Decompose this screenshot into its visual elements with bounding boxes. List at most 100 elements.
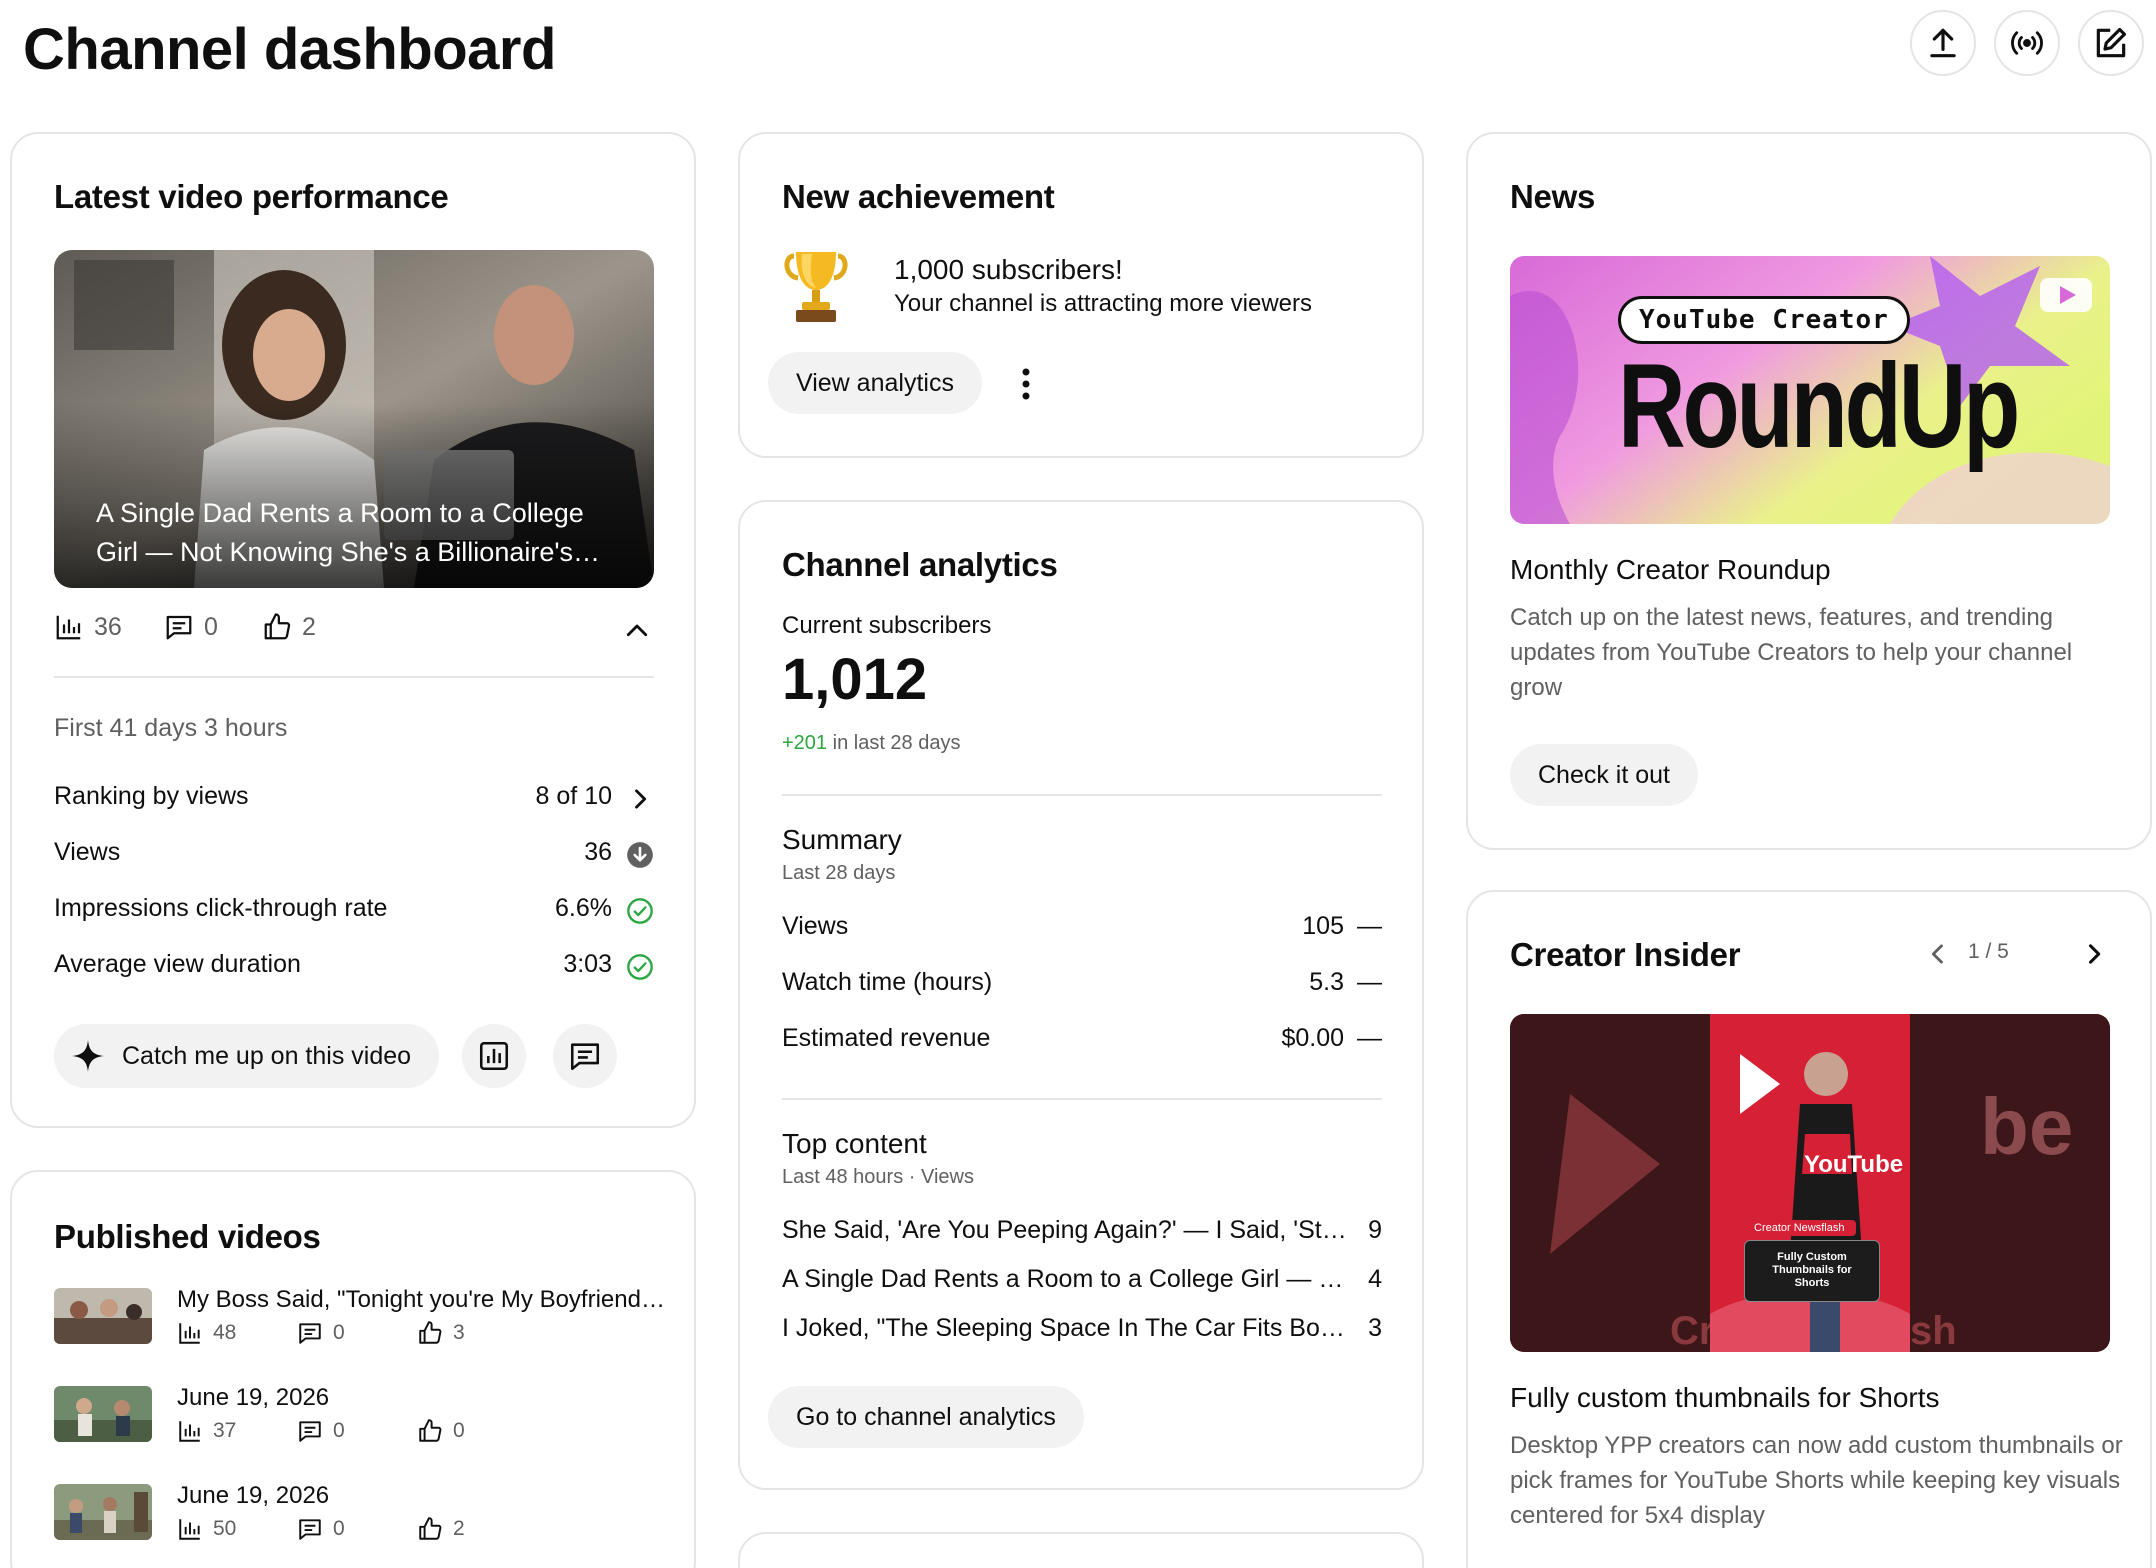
published-thumbnail — [54, 1484, 152, 1540]
svg-text:Cr: Cr — [1670, 1309, 1714, 1352]
top-content-row[interactable]: I Joked, "The Sleeping Space In The Car … — [782, 1314, 1382, 1350]
create-post-icon — [2096, 27, 2127, 58]
metric-label: Average view duration — [54, 950, 301, 978]
bar-chart-icon — [56, 615, 81, 640]
go-live-button[interactable] — [1994, 10, 2060, 76]
views-stat: 36 — [54, 612, 122, 642]
summary-label: Views — [782, 912, 849, 940]
insider-body: Desktop YPP creators can now add custom … — [1510, 1432, 2123, 1529]
analytics-icon — [479, 1041, 509, 1071]
news-heading: News — [1510, 178, 1596, 215]
comments-stat: 0 — [297, 1320, 345, 1346]
video-analytics-button[interactable] — [462, 1024, 526, 1088]
published-heading: Published videos — [54, 1218, 321, 1255]
video-card-text: Fully Custom Thumbnails for Shorts — [1744, 1240, 1880, 1302]
chevron-up-icon — [626, 624, 648, 637]
catch-me-up-button[interactable]: Catch me up on this video — [54, 1024, 440, 1088]
published-title: My Boss Said, "Tonight you're My Boyfrie… — [177, 1286, 665, 1313]
published-item[interactable]: June 19, 2026 37 0 0 — [54, 1384, 674, 1464]
divider — [782, 794, 1382, 796]
thumbs-up-icon — [419, 1419, 442, 1442]
insider-video-thumbnail[interactable]: be Cr sh YouTube Creator Newsflash Fully… — [1510, 1014, 2110, 1352]
upload-icon — [1930, 28, 1956, 58]
divider — [54, 676, 654, 678]
top-content-row[interactable]: She Said, 'Are You Peeping Again?' — I S… — [782, 1216, 1382, 1252]
video-comments-button[interactable] — [553, 1024, 617, 1088]
views-count: 37 — [213, 1419, 237, 1442]
metric-ranking[interactable]: Ranking by views 8 of 10 — [54, 782, 654, 818]
more-options-button[interactable] — [1008, 362, 1044, 406]
achievement-heading: New achievement — [782, 178, 1055, 215]
summary-watch-row: Watch time (hours) 5.3 — — [782, 968, 1382, 1004]
catch-me-up-label: Catch me up on this video — [122, 1041, 412, 1070]
summary-trend: — — [1357, 912, 1382, 940]
down-arrow-icon — [627, 842, 653, 868]
news-banner[interactable]: YouTube Creator RoundUp — [1510, 256, 2110, 524]
create-post-button[interactable] — [2078, 10, 2144, 76]
check-it-out-button[interactable]: Check it out — [1510, 744, 1699, 806]
creator-insider-card: Creator Insider 1 / 5 be Cr sh YouTube C… — [1466, 890, 2152, 1568]
header-actions — [1910, 10, 2144, 76]
likes-count: 2 — [302, 612, 316, 641]
comment-icon — [166, 615, 192, 640]
latest-video-thumbnail[interactable]: A Single Dad Rents a Room to a College G… — [54, 250, 654, 588]
metric-value: 36 — [584, 838, 612, 866]
sparkle-icon — [72, 1040, 104, 1072]
likes-count: 3 — [453, 1321, 465, 1344]
metric-value: 6.6% — [555, 894, 612, 922]
view-analytics-button[interactable]: View analytics — [768, 352, 982, 414]
achievement-card: New achievement 1,000 subscribers! Your … — [738, 132, 1424, 458]
summary-value: $0.00 — [1281, 1024, 1344, 1052]
likes-stat: 2 — [262, 612, 316, 642]
metric-value: 3:03 — [563, 950, 612, 978]
metric-label: Views — [54, 838, 121, 866]
next-button[interactable] — [2074, 934, 2114, 974]
chevron-right-icon — [2088, 944, 2101, 964]
published-thumbnail — [54, 1288, 152, 1344]
go-to-analytics-button[interactable]: Go to channel analytics — [768, 1386, 1084, 1448]
comment-icon — [299, 1323, 321, 1344]
comments-stat: 0 — [297, 1516, 345, 1542]
likes-count: 2 — [453, 1517, 465, 1540]
views-stat: 50 — [177, 1516, 236, 1542]
top-content-views: 9 — [1368, 1216, 1382, 1244]
insider-title: Fully custom thumbnails for Shorts — [1510, 1382, 1940, 1413]
top-content-title: I Joked, "The Sleeping Space In The Car … — [782, 1314, 1347, 1342]
summary-value: 105 — [1302, 912, 1344, 940]
top-content-views: 4 — [1368, 1265, 1382, 1293]
summary-heading: Summary — [782, 824, 902, 855]
summary-label: Estimated revenue — [782, 1024, 991, 1052]
comment-icon — [299, 1519, 321, 1540]
metric-value: 8 of 10 — [535, 782, 612, 810]
thumbs-up-icon — [419, 1517, 442, 1540]
news-body: Catch up on the latest news, features, a… — [1510, 604, 2073, 701]
metric-ctr: Impressions click-through rate 6.6% — [54, 894, 654, 930]
published-title: June 19, 2026 — [177, 1482, 330, 1509]
published-item[interactable]: My Boss Said, "Tonight you're My Boyfrie… — [54, 1286, 674, 1366]
latest-video-heading: Latest video performance — [54, 178, 449, 215]
check-circle-icon — [627, 898, 653, 924]
upload-button[interactable] — [1910, 10, 1976, 76]
previous-button[interactable] — [1918, 934, 1958, 974]
summary-trend: — — [1357, 968, 1382, 996]
view-analytics-label: View analytics — [796, 368, 954, 397]
metric-views: Views 36 — [54, 838, 654, 874]
subscribers-label: Current subscribers — [782, 612, 992, 639]
top-content-views: 3 — [1368, 1314, 1382, 1342]
summary-label: Watch time (hours) — [782, 968, 993, 996]
metric-label: Ranking by views — [54, 782, 249, 810]
video-badge: Creator Newsflash — [1742, 1220, 1857, 1236]
banner-tag: YouTube Creator — [1618, 296, 1910, 344]
more-vert-icon — [1022, 368, 1030, 400]
check-circle-icon — [627, 954, 653, 980]
top-content-row[interactable]: A Single Dad Rents a Room to a College G… — [782, 1265, 1382, 1301]
summary-value: 5.3 — [1309, 968, 1344, 996]
bar-chart-icon — [179, 1519, 200, 1540]
collapse-button[interactable] — [620, 614, 654, 648]
banner-word: RoundUp — [1618, 339, 2020, 473]
comments-count: 0 — [333, 1321, 345, 1344]
metric-label: Impressions click-through rate — [54, 894, 388, 922]
published-item[interactable]: June 19, 2026 50 0 2 — [54, 1482, 674, 1562]
latest-video-title: A Single Dad Rents a Room to a College G… — [96, 498, 601, 567]
latest-video-stats: 36 0 2 — [54, 612, 654, 652]
